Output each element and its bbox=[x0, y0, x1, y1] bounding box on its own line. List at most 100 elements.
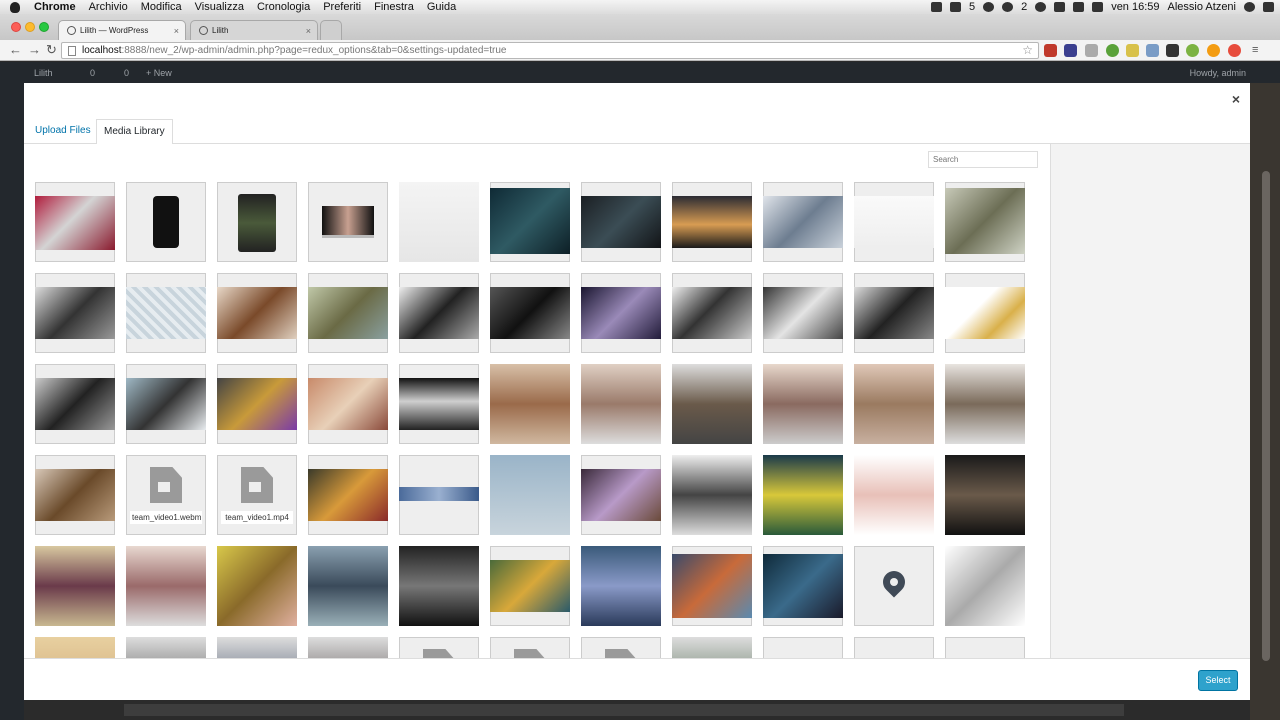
attachment-thumbnail[interactable] bbox=[35, 637, 115, 658]
attachment-thumbnail[interactable] bbox=[490, 637, 570, 658]
menu-archivio[interactable]: Archivio bbox=[89, 1, 128, 13]
attachment-thumbnail[interactable] bbox=[672, 546, 752, 626]
extension-icon[interactable] bbox=[1106, 44, 1119, 57]
attachment-thumbnail[interactable] bbox=[763, 182, 843, 262]
attachment-thumbnail[interactable] bbox=[308, 546, 388, 626]
forward-icon[interactable]: → bbox=[28, 43, 41, 57]
bluetooth-icon[interactable] bbox=[1054, 2, 1066, 12]
attachment-thumbnail[interactable] bbox=[945, 273, 1025, 353]
attachment-thumbnail[interactable] bbox=[399, 364, 479, 444]
attachment-thumbnail[interactable] bbox=[945, 455, 1025, 535]
attachment-thumbnail[interactable] bbox=[763, 273, 843, 353]
wp-site-name[interactable]: Lilith bbox=[34, 68, 53, 78]
attachment-thumbnail[interactable] bbox=[217, 364, 297, 444]
attachment-thumbnail[interactable] bbox=[217, 273, 297, 353]
attachment-thumbnail[interactable] bbox=[490, 364, 570, 444]
menubar-clock[interactable]: ven 16:59 bbox=[1111, 1, 1159, 13]
attachment-thumbnail[interactable] bbox=[490, 455, 570, 535]
attachment-thumbnail[interactable] bbox=[945, 546, 1025, 626]
attachment-thumbnail[interactable] bbox=[672, 637, 752, 658]
attachment-thumbnail[interactable]: team_video1.mp4 bbox=[217, 455, 297, 535]
attachment-thumbnail[interactable] bbox=[854, 364, 934, 444]
bookmark-star-icon[interactable]: ☆ bbox=[1022, 43, 1033, 57]
attachment-thumbnail[interactable] bbox=[581, 182, 661, 262]
attachment-thumbnail[interactable] bbox=[126, 364, 206, 444]
attachment-thumbnail[interactable] bbox=[126, 546, 206, 626]
wp-updates-count[interactable]: 0 bbox=[90, 68, 95, 78]
attachment-thumbnail[interactable] bbox=[217, 182, 297, 262]
attachment-thumbnail[interactable] bbox=[763, 546, 843, 626]
attachment-thumbnail[interactable] bbox=[35, 273, 115, 353]
wp-howdy[interactable]: Howdy, admin bbox=[1190, 68, 1246, 78]
zoom-window-icon[interactable] bbox=[39, 22, 49, 32]
browser-tab-active[interactable]: Lilith — WordPress × bbox=[58, 20, 186, 40]
attachment-thumbnail[interactable] bbox=[399, 637, 479, 658]
tab-upload-files[interactable]: Upload Files bbox=[28, 119, 98, 145]
extension-icon[interactable] bbox=[1064, 44, 1077, 57]
sync-icon[interactable] bbox=[1002, 2, 1014, 12]
address-bar[interactable]: localhost :8888/new_2/wp-admin/admin.php… bbox=[61, 42, 1039, 59]
menu-preferiti[interactable]: Preferiti bbox=[323, 1, 361, 13]
attachment-thumbnail[interactable] bbox=[763, 364, 843, 444]
scrollbar-thumb[interactable] bbox=[1262, 171, 1270, 661]
attachment-thumbnail[interactable] bbox=[763, 455, 843, 535]
attachment-thumbnail[interactable] bbox=[126, 273, 206, 353]
attachment-thumbnail[interactable] bbox=[672, 455, 752, 535]
extension-icon[interactable] bbox=[1228, 44, 1241, 57]
extension-icon[interactable] bbox=[1126, 44, 1139, 57]
menubar-user[interactable]: Alessio Atzeni bbox=[1168, 1, 1236, 13]
attachment-thumbnail[interactable] bbox=[854, 546, 934, 626]
attachment-thumbnail[interactable] bbox=[35, 364, 115, 444]
menu-cronologia[interactable]: Cronologia bbox=[257, 1, 310, 13]
adobe-icon[interactable] bbox=[949, 2, 961, 12]
menu-finestra[interactable]: Finestra bbox=[374, 1, 414, 13]
camera-icon[interactable] bbox=[930, 2, 942, 12]
attachment-thumbnail[interactable] bbox=[854, 273, 934, 353]
attachment-thumbnail[interactable] bbox=[217, 637, 297, 658]
spotlight-icon[interactable] bbox=[1244, 2, 1255, 12]
close-tab-icon[interactable]: × bbox=[174, 26, 179, 36]
minimize-window-icon[interactable] bbox=[25, 22, 35, 32]
apple-icon[interactable] bbox=[10, 1, 20, 13]
attachment-thumbnail[interactable] bbox=[126, 182, 206, 262]
extension-icon[interactable] bbox=[1166, 44, 1179, 57]
extension-icon[interactable] bbox=[1044, 44, 1057, 57]
close-window-icon[interactable] bbox=[11, 22, 21, 32]
volume-icon[interactable] bbox=[1092, 2, 1104, 12]
attachment-thumbnail[interactable] bbox=[399, 546, 479, 626]
attachment-thumbnail[interactable] bbox=[308, 364, 388, 444]
attachment-thumbnail[interactable] bbox=[399, 455, 479, 535]
attachment-thumbnail[interactable] bbox=[126, 637, 206, 658]
clock-icon[interactable] bbox=[1035, 2, 1047, 12]
attachment-thumbnail[interactable] bbox=[581, 364, 661, 444]
attachment-thumbnail[interactable] bbox=[35, 455, 115, 535]
attachment-thumbnail[interactable] bbox=[399, 273, 479, 353]
attachment-thumbnail[interactable] bbox=[308, 273, 388, 353]
wp-comments-count[interactable]: 0 bbox=[124, 68, 129, 78]
evernote-icon[interactable] bbox=[983, 2, 995, 12]
attachment-thumbnail[interactable] bbox=[854, 182, 934, 262]
close-icon[interactable]: × bbox=[1232, 91, 1240, 107]
attachment-thumbnail[interactable] bbox=[490, 273, 570, 353]
attachment-thumbnail[interactable] bbox=[945, 637, 1025, 658]
attachment-thumbnail[interactable] bbox=[672, 273, 752, 353]
attachment-thumbnail[interactable] bbox=[581, 546, 661, 626]
attachment-thumbnail[interactable] bbox=[945, 182, 1025, 262]
menu-app[interactable]: Chrome bbox=[34, 1, 76, 13]
close-tab-icon[interactable]: × bbox=[306, 26, 311, 36]
extension-icon[interactable] bbox=[1186, 44, 1199, 57]
wp-new-link[interactable]: + New bbox=[146, 68, 172, 78]
attachment-thumbnail[interactable] bbox=[35, 182, 115, 262]
attachment-thumbnail[interactable] bbox=[763, 637, 843, 658]
attachment-thumbnail[interactable]: team_video1.webm bbox=[126, 455, 206, 535]
attachment-thumbnail[interactable] bbox=[854, 455, 934, 535]
attachment-thumbnail[interactable] bbox=[490, 182, 570, 262]
search-input[interactable] bbox=[928, 151, 1038, 168]
attachment-thumbnail[interactable] bbox=[35, 546, 115, 626]
wifi-icon[interactable] bbox=[1073, 2, 1085, 12]
attachment-thumbnail[interactable] bbox=[672, 364, 752, 444]
attachment-thumbnail[interactable] bbox=[581, 637, 661, 658]
attachment-thumbnail[interactable] bbox=[581, 455, 661, 535]
attachment-thumbnail[interactable] bbox=[581, 273, 661, 353]
menu-guida[interactable]: Guida bbox=[427, 1, 456, 13]
